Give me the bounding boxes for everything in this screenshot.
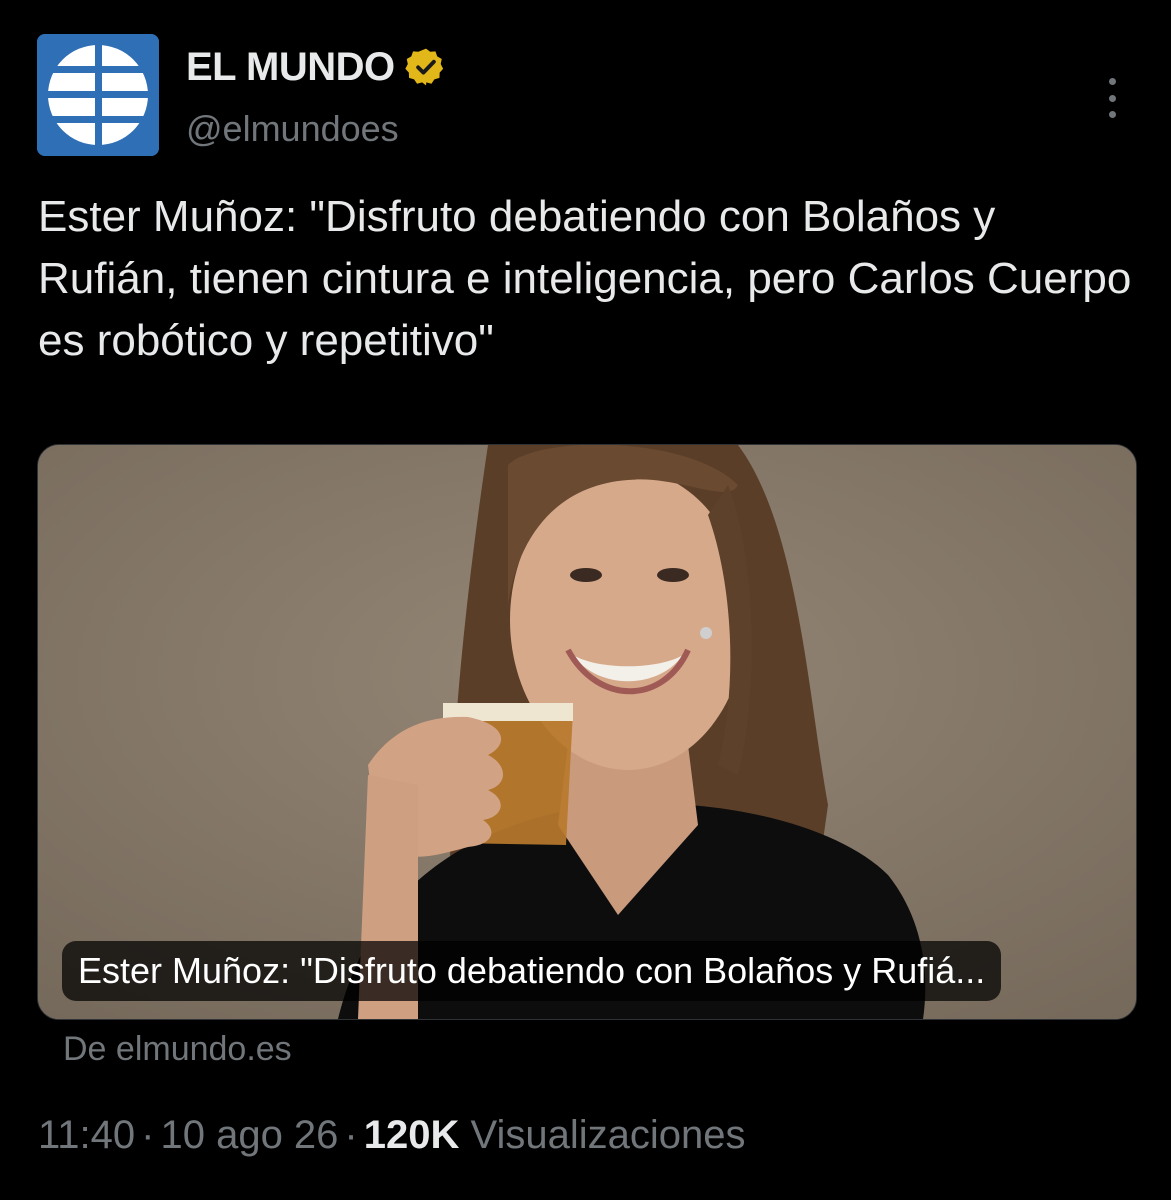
tweet: EL MUNDO @elmundoes Ester Muñoz: "Disfru…: [0, 0, 1171, 1200]
views-count[interactable]: 120K: [364, 1113, 460, 1157]
meta-separator: ·: [344, 1113, 358, 1157]
more-dot: [1108, 111, 1116, 118]
display-name-row: EL MUNDO: [186, 40, 447, 94]
handle[interactable]: @elmundoes: [186, 108, 447, 150]
more-dot: [1108, 78, 1116, 85]
tweet-text: Ester Muñoz: "Disfruto debatiendo con Bo…: [38, 192, 1132, 365]
views-label[interactable]: Visualizaciones: [471, 1113, 746, 1157]
meta-separator: ·: [141, 1113, 155, 1157]
tweet-date[interactable]: 10 ago 26: [160, 1113, 338, 1157]
card-source[interactable]: De elmundo.es: [63, 1030, 292, 1069]
card-title: Ester Muñoz: "Disfruto debatiendo con Bo…: [62, 941, 1002, 1001]
tweet-time[interactable]: 11:40: [38, 1113, 135, 1157]
display-name[interactable]: EL MUNDO: [186, 45, 395, 90]
link-card[interactable]: Ester Muñoz: "Disfruto debatiendo con Bo…: [37, 444, 1137, 1020]
verified-badge-icon[interactable]: [404, 46, 447, 88]
more-dot: [1108, 94, 1116, 102]
author-info[interactable]: EL MUNDO @elmundoes: [186, 40, 447, 150]
article-photo: [38, 445, 1136, 1019]
more-options-icon[interactable]: [1100, 78, 1124, 118]
avatar[interactable]: [37, 34, 159, 156]
el-mundo-globe-logo-icon: [37, 34, 159, 156]
tweet-meta: 11:40 · 10 ago 26 · 120K Visualizaciones: [38, 1113, 745, 1158]
